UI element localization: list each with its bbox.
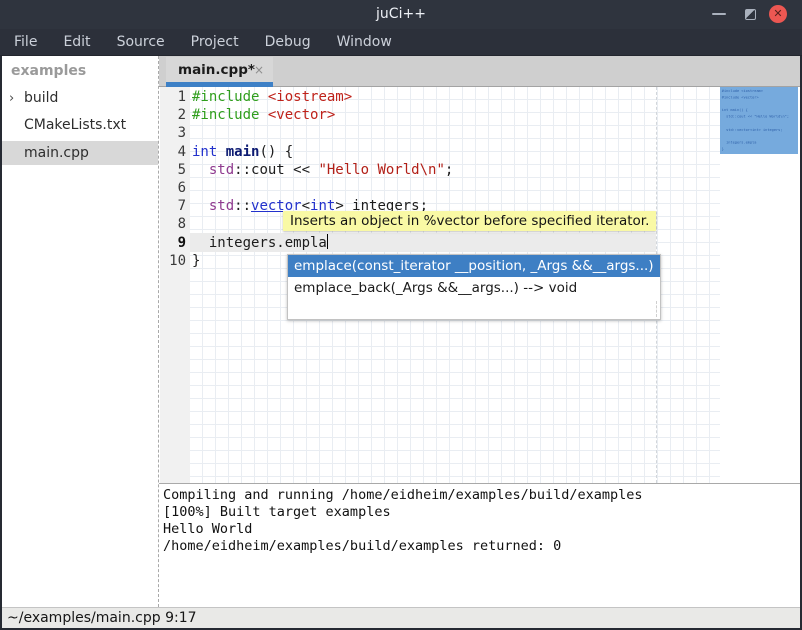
code-text: integers.empla	[192, 234, 328, 252]
sidebar-item-label: main.cpp	[24, 145, 89, 161]
sidebar-item-cmakelists-txt[interactable]: CMakeLists.txt	[2, 112, 158, 139]
line-number: 9	[160, 234, 186, 252]
line-number: 7	[160, 197, 186, 215]
terminal-output[interactable]: Compiling and running /home/eidheim/exam…	[159, 485, 800, 605]
completion-item[interactable]: emplace_back(_Args &&__args...) --> void	[288, 277, 660, 299]
line-number: 5	[160, 161, 186, 179]
close-icon[interactable]: ✕	[769, 5, 787, 23]
minimize-icon[interactable]	[712, 13, 726, 15]
file-tree: › build CMakeLists.txt main.cpp	[2, 85, 158, 165]
status-bar: ~/examples/main.cpp 9:17	[2, 607, 800, 628]
menu-debug[interactable]: Debug	[252, 29, 324, 55]
code-line[interactable]: 4 int main() {	[160, 143, 453, 161]
window-border-left	[0, 56, 2, 630]
doc-tooltip: Inserts an object in %vector before spec…	[283, 211, 656, 231]
code-text: #include <vector>	[192, 106, 335, 124]
line-number: 2	[160, 106, 186, 124]
code-line[interactable]: 6	[160, 179, 453, 197]
sidebar-item-label: build	[24, 90, 58, 106]
project-name: examples	[2, 56, 158, 85]
autocomplete-popup[interactable]: emplace(const_iterator __position, _Args…	[287, 254, 661, 320]
line-number: 10	[160, 252, 186, 270]
source-map-visible-region[interactable]: #include <iostream> #include <vector> in…	[720, 87, 798, 154]
completion-item[interactable]: emplace(const_iterator __position, _Args…	[288, 255, 660, 277]
code-text: #include <iostream>	[192, 88, 352, 106]
code-text: std::cout << "Hello World\n";	[192, 161, 453, 179]
code-line[interactable]: 2 #include <vector>	[160, 106, 453, 124]
sidebar-item-label: CMakeLists.txt	[24, 117, 126, 133]
code-text: }	[192, 252, 200, 270]
file-tree-sidebar[interactable]: examples › build CMakeLists.txt main.cpp	[2, 56, 158, 607]
code-line[interactable]: 1 #include <iostream>	[160, 88, 453, 106]
menu-source[interactable]: Source	[104, 29, 178, 55]
source-map-text: #include <iostream> #include <vector> in…	[720, 87, 798, 153]
code-line[interactable]: 5 std::cout << "Hello World\n";	[160, 161, 453, 179]
sidebar-item-main-cpp[interactable]: main.cpp	[2, 141, 158, 165]
line-number: 3	[160, 124, 186, 142]
code-text: int main() {	[192, 143, 293, 161]
line-number: 6	[160, 179, 186, 197]
sidebar-item-build[interactable]: › build	[2, 85, 158, 112]
code-line[interactable]: 3	[160, 124, 453, 142]
menu-project[interactable]: Project	[178, 29, 252, 55]
menu-bar: FileEditSourceProjectDebugWindow	[0, 29, 802, 56]
line-number: 1	[160, 88, 186, 106]
menu-edit[interactable]: Edit	[50, 29, 103, 55]
code-editor[interactable]: 1 #include <iostream> 2 #include <vector> 34…	[160, 88, 453, 270]
code-line[interactable]: 9 integers.empla	[160, 234, 453, 252]
maximize-icon[interactable]	[745, 9, 756, 20]
window-title: juCi++	[0, 0, 802, 29]
menu-window[interactable]: Window	[324, 29, 405, 55]
tab-close-icon[interactable]: ×	[249, 57, 269, 83]
tab-label[interactable]: main.cpp*	[178, 57, 255, 83]
text-cursor	[327, 234, 328, 249]
popup-margin-line	[656, 301, 657, 317]
menu-file[interactable]: File	[1, 29, 50, 55]
line-number: 4	[160, 143, 186, 161]
terminal-splitter[interactable]	[159, 483, 800, 484]
chevron-right-icon[interactable]: ›	[9, 85, 14, 112]
line-number: 8	[160, 215, 186, 233]
